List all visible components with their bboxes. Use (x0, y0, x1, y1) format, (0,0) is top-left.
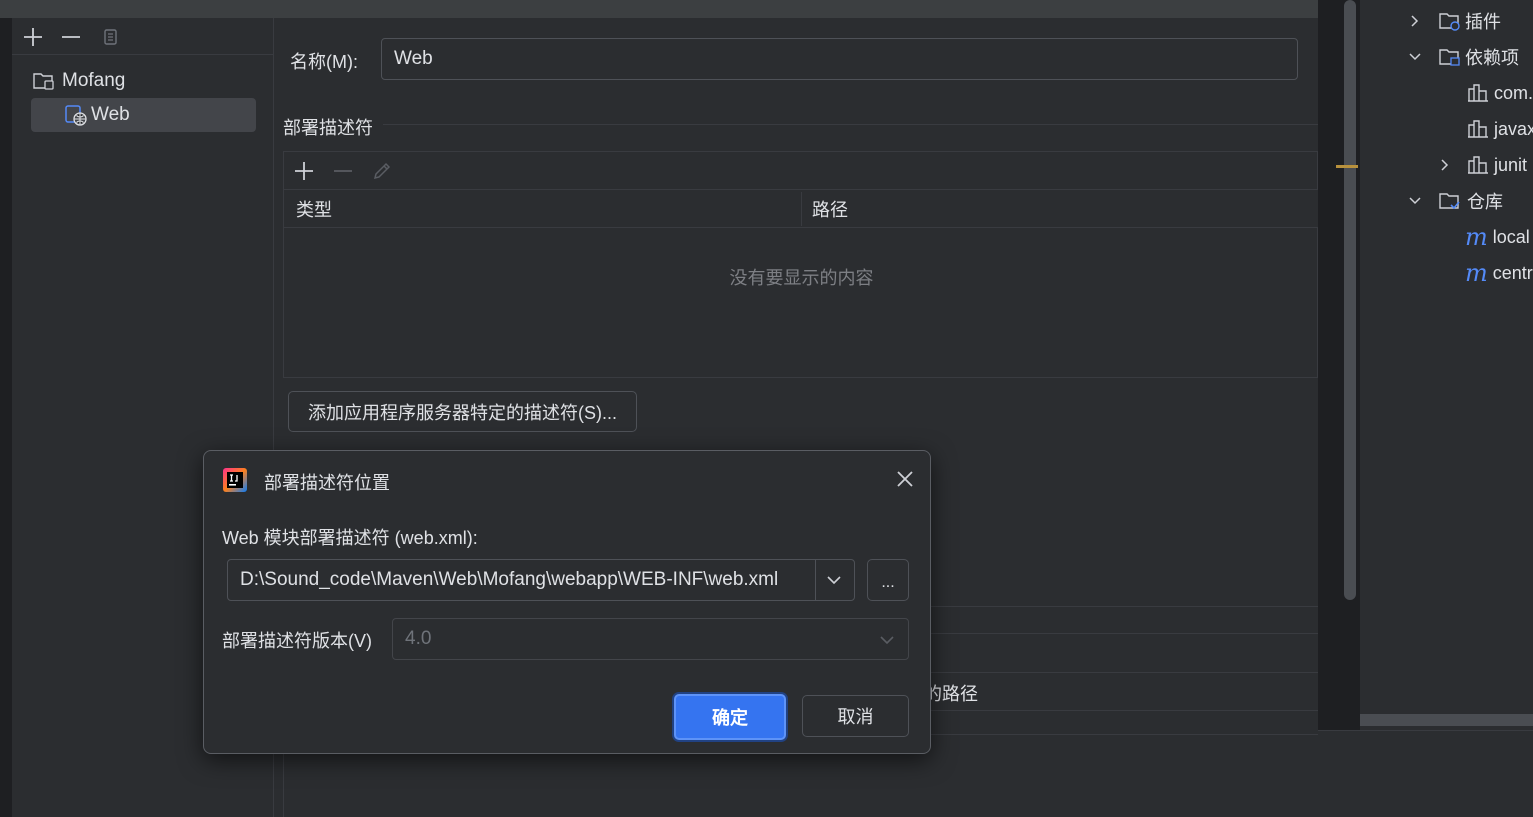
bottom-right-panel (1318, 730, 1533, 817)
project-item-label: centr (1492, 262, 1533, 283)
cancel-button[interactable]: 取消 (802, 695, 909, 737)
descriptor-version-label: 部署描述符版本(V) (222, 631, 372, 651)
column-header-path[interactable]: 路径 (812, 190, 848, 228)
descriptor-path-label: Web 模块部署描述符 (web.xml): (222, 528, 478, 548)
plugins-folder-icon (1438, 10, 1462, 32)
descriptor-version-value: 4.0 (405, 628, 432, 649)
chevron-down-icon[interactable] (1408, 50, 1438, 64)
add-icon[interactable] (292, 159, 316, 183)
web-module-icon (64, 104, 88, 126)
intellij-logo-icon (222, 467, 248, 493)
column-divider (801, 192, 802, 226)
table-header: 类型 路径 (284, 190, 1319, 228)
empty-table-text: 没有要显示的内容 (729, 268, 874, 288)
browse-button[interactable]: ... (867, 559, 909, 601)
project-item-plugins[interactable]: 插件 (1408, 3, 1501, 39)
library-icon (1467, 155, 1489, 175)
left-edge (0, 18, 12, 817)
dialog-title: 部署描述符位置 (264, 473, 390, 493)
section-separator (383, 124, 1318, 125)
tree-item-label: Mofang (62, 70, 126, 91)
remove-icon[interactable] (331, 159, 355, 183)
descriptor-path-value[interactable]: D:\Sound_code\Maven\Web\Mofang\webapp\WE… (240, 560, 778, 600)
library-icon (1467, 119, 1489, 139)
project-item-repositories[interactable]: 仓库 (1408, 183, 1503, 219)
project-item-label: 依赖项 (1465, 48, 1519, 68)
close-icon[interactable] (894, 468, 916, 490)
project-tree-pane: 插件 依赖项 com. javax junit 仓库 m local m cen… (1360, 0, 1533, 730)
chevron-down-icon[interactable] (1408, 194, 1438, 208)
project-item-label: javax (1494, 118, 1533, 139)
tree-item-mofang[interactable]: Mofang (32, 64, 256, 98)
copy-icon[interactable] (99, 25, 123, 49)
browse-label: ... (881, 574, 895, 591)
horizontal-scrollbar[interactable] (1360, 714, 1533, 726)
remove-icon[interactable] (59, 25, 83, 49)
tree-item-label: Web (91, 104, 130, 125)
project-item-label: com. (1494, 82, 1533, 103)
chevron-down-icon[interactable] (879, 632, 895, 648)
project-item-repository[interactable]: m local (1465, 219, 1530, 255)
project-item-repository[interactable]: m centr (1465, 255, 1533, 291)
column-header-type[interactable]: 类型 (296, 190, 332, 228)
tree-item-web[interactable]: Web (31, 98, 256, 132)
edit-icon[interactable] (370, 159, 394, 183)
descriptor-version-combobox[interactable]: 4.0 (392, 618, 909, 660)
project-item-label: local (1492, 226, 1530, 247)
project-item-label: junit (1494, 154, 1528, 175)
top-strip (0, 0, 1318, 18)
combo-divider (815, 560, 816, 600)
project-item-dependency[interactable]: junit (1438, 147, 1527, 183)
vertical-scrollbar[interactable] (1344, 0, 1356, 600)
maven-icon: m (1465, 223, 1488, 251)
project-item-label: 插件 (1465, 12, 1501, 32)
column-header-partial-path: 的路径 (924, 684, 978, 704)
descriptor-table: 类型 路径 没有要显示的内容 (283, 151, 1319, 378)
folder-icon (32, 70, 56, 92)
table-toolbar (284, 152, 1319, 190)
deployment-descriptor-section-title: 部署描述符 (283, 118, 373, 138)
maven-remote-icon: m (1465, 259, 1488, 287)
dependencies-folder-icon (1438, 46, 1462, 68)
chevron-down-icon[interactable] (826, 572, 842, 588)
add-icon[interactable] (21, 25, 45, 49)
chevron-right-icon[interactable] (1438, 158, 1467, 172)
add-server-descriptor-button[interactable]: 添加应用程序服务器特定的描述符(S)... (288, 391, 637, 432)
deployment-descriptor-dialog: 部署描述符位置 Web 模块部署描述符 (web.xml): D:\Sound_… (203, 450, 931, 754)
name-label: 名称(M): (290, 52, 358, 72)
name-input[interactable]: Web (381, 38, 1298, 80)
chevron-right-icon[interactable] (1408, 14, 1438, 28)
ok-button[interactable]: 确定 (674, 694, 786, 740)
project-item-label: 仓库 (1467, 192, 1503, 212)
project-item-dependency[interactable]: javax (1467, 111, 1533, 147)
repository-folder-icon (1438, 190, 1462, 212)
descriptor-path-combobox[interactable]: D:\Sound_code\Maven\Web\Mofang\webapp\WE… (227, 559, 855, 601)
project-item-dependency[interactable]: com. (1467, 75, 1533, 111)
warning-marker[interactable] (1336, 165, 1358, 168)
tree-toolbar (12, 18, 274, 55)
library-icon (1467, 83, 1489, 103)
section-separator (931, 606, 1318, 607)
project-item-dependencies[interactable]: 依赖项 (1408, 39, 1519, 75)
